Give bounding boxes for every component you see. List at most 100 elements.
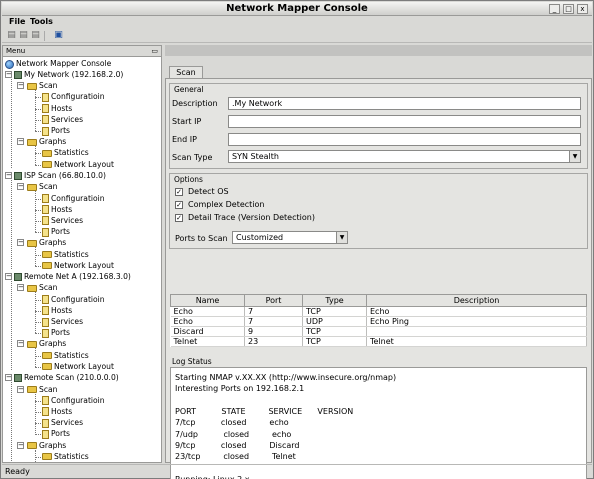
collapse-icon[interactable]: − <box>17 239 24 247</box>
detail-trace-checkbox[interactable]: ✓ <box>175 214 183 222</box>
tree-scan-item-2-0[interactable]: Configuratioin <box>42 294 105 305</box>
main-panel: Scan General Description .My Network Sta… <box>165 45 592 479</box>
description-field[interactable]: .My Network <box>228 97 581 110</box>
folder-icon <box>27 138 37 146</box>
chevron-down-icon[interactable]: ▼ <box>569 151 580 162</box>
tree-graph-item-0-1[interactable]: Network Layout <box>42 159 114 170</box>
tree-scan-item-2-1[interactable]: Hosts <box>42 305 72 316</box>
tree-scan-item-0-2[interactable]: Services <box>42 114 83 125</box>
tree-graph-item-1-1[interactable]: Network Layout <box>42 260 114 271</box>
minimize-icon[interactable]: _ <box>549 4 560 14</box>
collapse-icon[interactable]: − <box>5 273 12 281</box>
tree-scan-item-3-3-label: Ports <box>51 429 71 439</box>
tree-network-0[interactable]: My Network (192.168.2.0) <box>14 69 123 80</box>
tree-graphs-2[interactable]: Graphs <box>27 338 66 349</box>
tree-scan-1-label: Scan <box>39 182 58 192</box>
menu-file[interactable]: File <box>9 17 25 26</box>
tree-root[interactable]: Network Mapper Console <box>5 58 111 69</box>
collapse-icon[interactable]: − <box>5 374 12 382</box>
page-icon <box>42 418 49 428</box>
collapse-icon[interactable]: − <box>17 82 24 90</box>
scan-type-select[interactable]: SYN Stealth ▼ <box>228 150 581 163</box>
tree-scan-item-3-1-label: Hosts <box>51 406 73 416</box>
tree-scan-item-1-1[interactable]: Hosts <box>42 204 72 215</box>
maximize-icon[interactable]: □ <box>563 4 574 14</box>
table-row[interactable]: Telnet 23 TCP Telnet <box>170 336 587 347</box>
table-row[interactable]: Discard 9 TCP <box>170 326 587 337</box>
tree-scan-item-3-3[interactable]: Ports <box>42 428 70 439</box>
tree-scan-item-1-0[interactable]: Configuratioin <box>42 193 105 204</box>
table-row[interactable]: Echo 7 TCP Echo <box>170 306 587 317</box>
tree-connector <box>11 382 12 462</box>
start-ip-field[interactable] <box>228 115 581 128</box>
ports-to-scan-select[interactable]: Customized ▼ <box>232 231 348 244</box>
collapse-icon[interactable]: − <box>5 172 12 180</box>
tree-scan-item-1-3[interactable]: Ports <box>42 226 70 237</box>
collapse-icon[interactable]: − <box>17 340 24 348</box>
table-row[interactable]: Echo 7 UDP Echo Ping <box>170 316 587 327</box>
tree-graph-item-2-0-label: Statistics <box>54 350 89 360</box>
complex-detection-checkbox[interactable]: ✓ <box>175 201 183 209</box>
collapse-icon[interactable]: − <box>5 71 12 78</box>
close-icon[interactable]: x <box>577 4 588 14</box>
log-line: Interesting Ports on 192.168.2.1 <box>175 384 305 394</box>
end-ip-field[interactable] <box>228 133 581 146</box>
tree-graph-item-2-1-label: Network Layout <box>54 361 114 371</box>
tree-scan-item-3-0[interactable]: Configuratioin <box>42 395 105 406</box>
tree-graphs-3[interactable]: Graphs <box>27 440 66 451</box>
save-icon[interactable]: ▣ <box>54 31 63 40</box>
detect-os-checkbox[interactable]: ✓ <box>175 188 183 196</box>
collapse-icon[interactable]: − <box>17 183 24 191</box>
tree-root-label: Network Mapper Console <box>16 59 112 68</box>
tree-scan-item-3-1[interactable]: Hosts <box>42 406 72 417</box>
tree-graph-item-1-0[interactable]: Statistics <box>42 249 89 260</box>
tree-connector <box>35 191 36 233</box>
tree-network-2[interactable]: Remote Net A (192.168.3.0) <box>14 271 131 282</box>
tree-scan-3[interactable]: Scan <box>27 384 57 395</box>
collapse-icon[interactable]: − <box>17 441 24 449</box>
column-header-type[interactable]: Type <box>302 294 367 307</box>
tree-scan-item-0-1[interactable]: Hosts <box>42 103 72 114</box>
tree-graphs-1[interactable]: Graphs <box>27 237 66 248</box>
tree-graph-item-3-1[interactable]: Network Layout <box>42 462 114 463</box>
tree-graph-item-3-0[interactable]: Statistics <box>42 451 89 462</box>
page-icon <box>42 295 49 305</box>
close-file-icon[interactable]: ▤ <box>31 31 40 40</box>
chevron-down-icon[interactable]: ▼ <box>336 232 347 243</box>
tree-graph-item-0-0[interactable]: Statistics <box>42 147 89 158</box>
menu-tools[interactable]: Tools <box>30 17 53 26</box>
computer-icon <box>14 374 22 383</box>
tree-scan-1[interactable]: Scan <box>27 181 57 192</box>
collapse-icon[interactable]: − <box>17 284 24 292</box>
tree-graph-item-2-0[interactable]: Statistics <box>42 350 89 361</box>
menu-bar: File Tools <box>2 16 592 29</box>
column-header-name[interactable]: Name <box>170 294 245 307</box>
collapse-icon[interactable]: − <box>17 138 24 146</box>
tree-scan-item-1-2[interactable]: Services <box>42 215 83 226</box>
log-output[interactable]: Starting NMAP v.XX.XX (http://www.insecu… <box>170 367 587 479</box>
tree-scan-item-2-3[interactable]: Ports <box>42 327 70 338</box>
pin-icon[interactable]: ▭ <box>151 46 158 56</box>
tree-scan-item-0-3[interactable]: Ports <box>42 125 70 136</box>
tree-network-3[interactable]: Remote Scan (210.0.0.0) <box>14 372 119 383</box>
tree-scan-item-2-2[interactable]: Services <box>42 316 83 327</box>
tree-scan-item-0-0[interactable]: Configuratioin <box>42 91 105 102</box>
tree-scan-item-3-2[interactable]: Services <box>42 417 83 428</box>
tree-connector <box>11 281 12 370</box>
tree-scan-item-0-0-label: Configuratioin <box>51 92 105 102</box>
tree-scan-2[interactable]: Scan <box>27 282 57 293</box>
tree-graphs-0[interactable]: Graphs <box>27 136 66 147</box>
column-header-port[interactable]: Port <box>244 294 303 307</box>
tree-scan-item-2-0-label: Configuratioin <box>51 294 105 304</box>
tree-scan-0[interactable]: Scan <box>27 80 57 91</box>
column-header-description[interactable]: Description <box>366 294 587 307</box>
tree-network-1[interactable]: ISP Scan (66.80.10.0) <box>14 170 106 181</box>
collapse-icon[interactable]: − <box>17 385 24 393</box>
options-title: Options <box>174 175 203 184</box>
table-cell: 9 <box>244 326 303 337</box>
tree-connector <box>11 180 12 269</box>
open-icon[interactable]: ▤ <box>19 31 28 40</box>
tree-graph-item-2-1[interactable]: Network Layout <box>42 361 114 372</box>
new-icon[interactable]: ▤ <box>7 31 16 40</box>
tree-scan-item-1-1-label: Hosts <box>51 204 73 214</box>
